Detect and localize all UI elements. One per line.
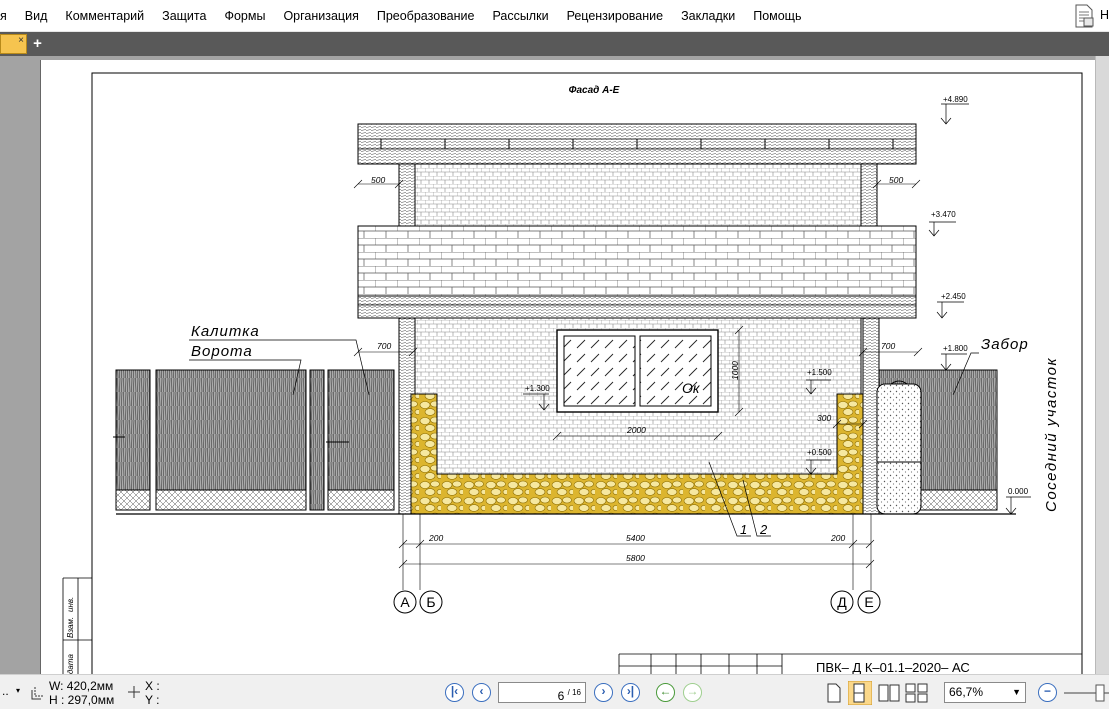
last-page-button[interactable]: ›|: [621, 683, 640, 702]
menu-item-bookmarks[interactable]: Закладки: [672, 9, 744, 23]
right-post-upper: [860, 163, 878, 227]
drawing-title: Фасад А-Е: [569, 85, 620, 96]
status-bar: .. ▾ W: 420,2мм H : 297,0мм X : Y : |‹ ‹…: [0, 674, 1109, 709]
continuous-facing-icon[interactable]: [905, 683, 929, 703]
dim-5400: 5400: [626, 533, 645, 543]
zoom-value: 66,7%: [949, 685, 984, 699]
menu-item-help[interactable]: Помощь: [744, 9, 810, 23]
gate-panel: [155, 369, 307, 511]
cursor-y: Y :: [145, 693, 160, 707]
left-post-upper: [398, 163, 416, 227]
floor-beam: [357, 295, 917, 319]
facing-pages-icon[interactable]: [878, 683, 900, 703]
label-gate: Ворота: [191, 343, 253, 360]
tab-bar: × +: [0, 32, 1109, 56]
continuous-page-icon[interactable]: [848, 681, 872, 705]
menu-trailing-text[interactable]: Н: [1100, 8, 1109, 22]
label-fence: Забор: [981, 336, 1029, 353]
first-page-button[interactable]: |‹: [445, 683, 464, 702]
crosshair-icon: [128, 686, 140, 698]
document-tab[interactable]: ×: [0, 34, 27, 54]
gate-left-panel: [115, 369, 151, 511]
single-page-icon[interactable]: [826, 683, 842, 703]
elev-3470: +3.470: [931, 210, 956, 219]
page-total: / 16: [567, 688, 581, 697]
prev-page-button[interactable]: ‹: [472, 683, 491, 702]
callout-2: 2: [759, 522, 768, 537]
menu-item-protect[interactable]: Защита: [153, 9, 215, 23]
next-page-button[interactable]: ›: [594, 683, 613, 702]
document-viewer[interactable]: Фасад А-Е Ок Калитка Ворота Забор Соседн…: [0, 56, 1109, 674]
elev-1800: +1.800: [943, 344, 968, 353]
dim-700-right: 700: [881, 341, 895, 351]
dim-2000: 2000: [626, 425, 646, 435]
label-neighbor: Соседний участок: [1043, 357, 1060, 512]
cursor-x: X :: [145, 679, 160, 693]
menu-item-forms[interactable]: Формы: [215, 9, 274, 23]
dim-500-right: 500: [889, 175, 903, 185]
stamp-side-inv: инв.: [66, 597, 75, 612]
zoom-out-button[interactable]: −: [1038, 683, 1057, 702]
elev-0500: +0.500: [807, 448, 832, 457]
document-icon[interactable]: [1073, 4, 1095, 28]
menu-bar: я Вид Комментарий Защита Формы Организац…: [0, 0, 1109, 32]
dim-700-left: 700: [377, 341, 391, 351]
status-dots: ..: [2, 684, 9, 698]
close-icon[interactable]: ×: [18, 36, 24, 46]
menu-item-comment[interactable]: Комментарий: [56, 9, 153, 23]
menu-item-view[interactable]: Вид: [16, 9, 57, 23]
wicket-panel: [327, 369, 395, 511]
window-mark: Ок: [682, 380, 701, 396]
forward-view-button[interactable]: →: [683, 683, 702, 702]
dropdown-arrow-icon[interactable]: ▾: [16, 686, 20, 695]
elev-2450: +2.450: [941, 292, 966, 301]
menu-item-review[interactable]: Рецензирование: [558, 9, 673, 23]
dim-500-left: 500: [371, 175, 385, 185]
menu-item-share[interactable]: Рассылки: [483, 9, 557, 23]
axis-b: Б: [426, 594, 435, 610]
elev-0000: 0.000: [1008, 487, 1029, 496]
label-wicket: Калитка: [191, 323, 260, 340]
elev-1500: +1.500: [807, 368, 832, 377]
upper-wall: [414, 163, 862, 227]
dim-5800: 5800: [626, 553, 645, 563]
zoom-select[interactable]: 66,7% ▼: [944, 682, 1026, 703]
menu-item-partial[interactable]: я: [0, 9, 16, 23]
shingle-band: [357, 225, 917, 297]
page-number-field[interactable]: 6 / 16: [498, 682, 586, 703]
vertical-scrollbar[interactable]: [1095, 56, 1109, 674]
drawing-page: Фасад А-Е Ок Калитка Ворота Забор Соседн…: [40, 60, 1095, 674]
elev-4890: +4.890: [943, 95, 968, 104]
water-tank: [876, 383, 922, 515]
back-view-button[interactable]: ←: [656, 683, 675, 702]
chevron-down-icon: ▼: [1012, 687, 1021, 697]
axis-e: Е: [864, 594, 873, 610]
axis-d: Д: [837, 594, 847, 610]
zoom-slider[interactable]: [1064, 683, 1109, 703]
stamp-side-vzam: Взам.: [66, 617, 75, 638]
dim-200-left: 200: [428, 533, 443, 543]
new-tab-icon[interactable]: +: [30, 36, 45, 52]
menu-item-organize[interactable]: Организация: [274, 9, 367, 23]
callout-1: 1: [740, 522, 747, 537]
dim-1000: 1000: [730, 361, 740, 380]
dim-300: 300: [817, 413, 831, 423]
page-width: W: 420,2мм: [49, 679, 114, 693]
menu-item-convert[interactable]: Преобразование: [368, 9, 484, 23]
facade-drawing: Фасад А-Е Ок Калитка Ворота Забор Соседн…: [62, 72, 1083, 674]
dim-200-right: 200: [830, 533, 845, 543]
axis-a: А: [400, 594, 410, 610]
page-height: H : 297,0мм: [49, 693, 115, 707]
page-size-icon: [31, 687, 44, 700]
stamp-side-date: дата: [66, 654, 75, 674]
stamp-title: ПВК– Д К–01.1–2020– АС: [816, 660, 970, 674]
elev-1300: +1.300: [525, 384, 550, 393]
page-current: 6: [557, 689, 565, 703]
gate-post: [309, 369, 325, 511]
